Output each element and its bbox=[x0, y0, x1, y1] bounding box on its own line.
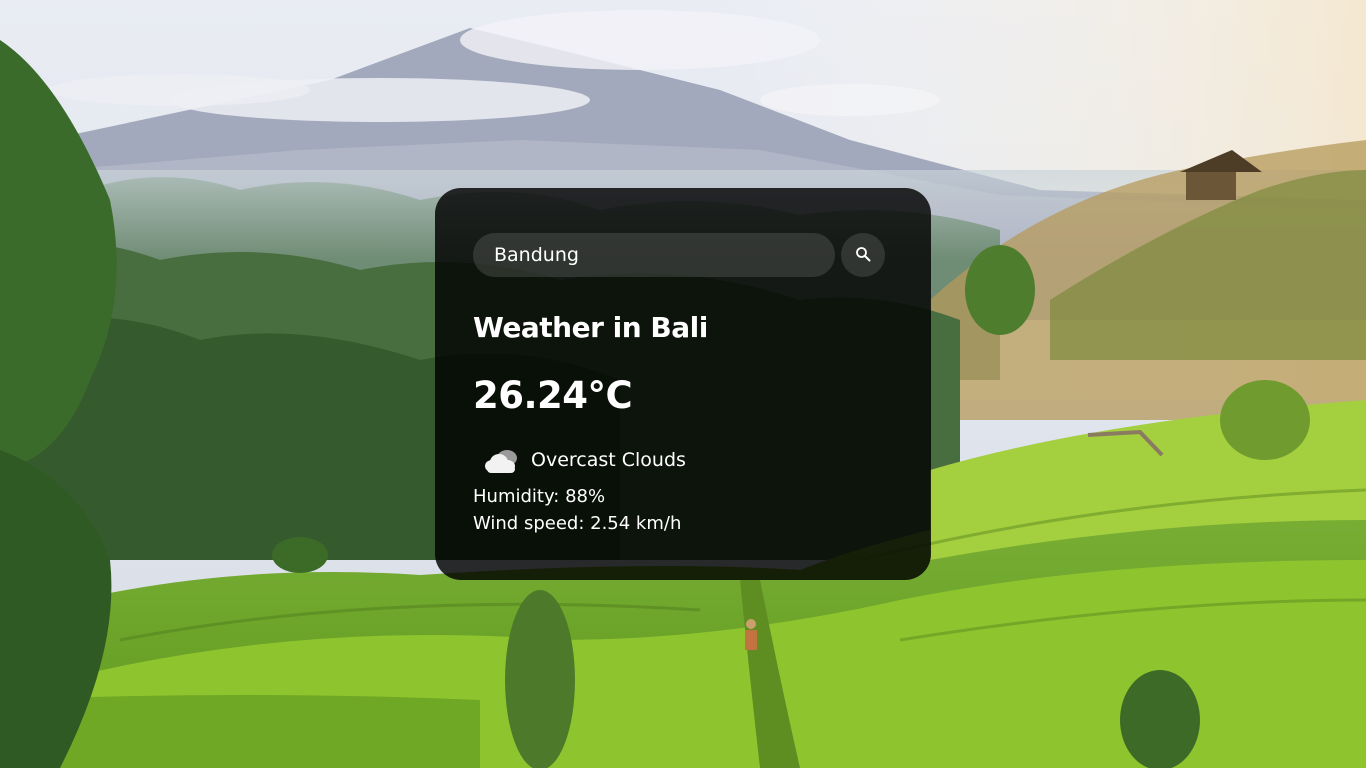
wind-speed: Wind speed: 2.54 km/h bbox=[473, 513, 682, 534]
search-bar bbox=[473, 233, 893, 277]
search-button[interactable] bbox=[841, 233, 885, 277]
search-icon bbox=[855, 246, 871, 265]
search-input[interactable] bbox=[473, 233, 835, 277]
temperature: 26.24°C bbox=[473, 374, 633, 417]
weather-description-row: Overcast Clouds bbox=[473, 441, 893, 479]
weather-card: Weather in Bali 26.24°C Overcast Clouds … bbox=[435, 188, 931, 580]
cloud-icon bbox=[477, 441, 527, 479]
humidity: Humidity: 88% bbox=[473, 486, 606, 507]
city-title: Weather in Bali bbox=[473, 311, 708, 344]
weather-description: Overcast Clouds bbox=[531, 449, 686, 471]
